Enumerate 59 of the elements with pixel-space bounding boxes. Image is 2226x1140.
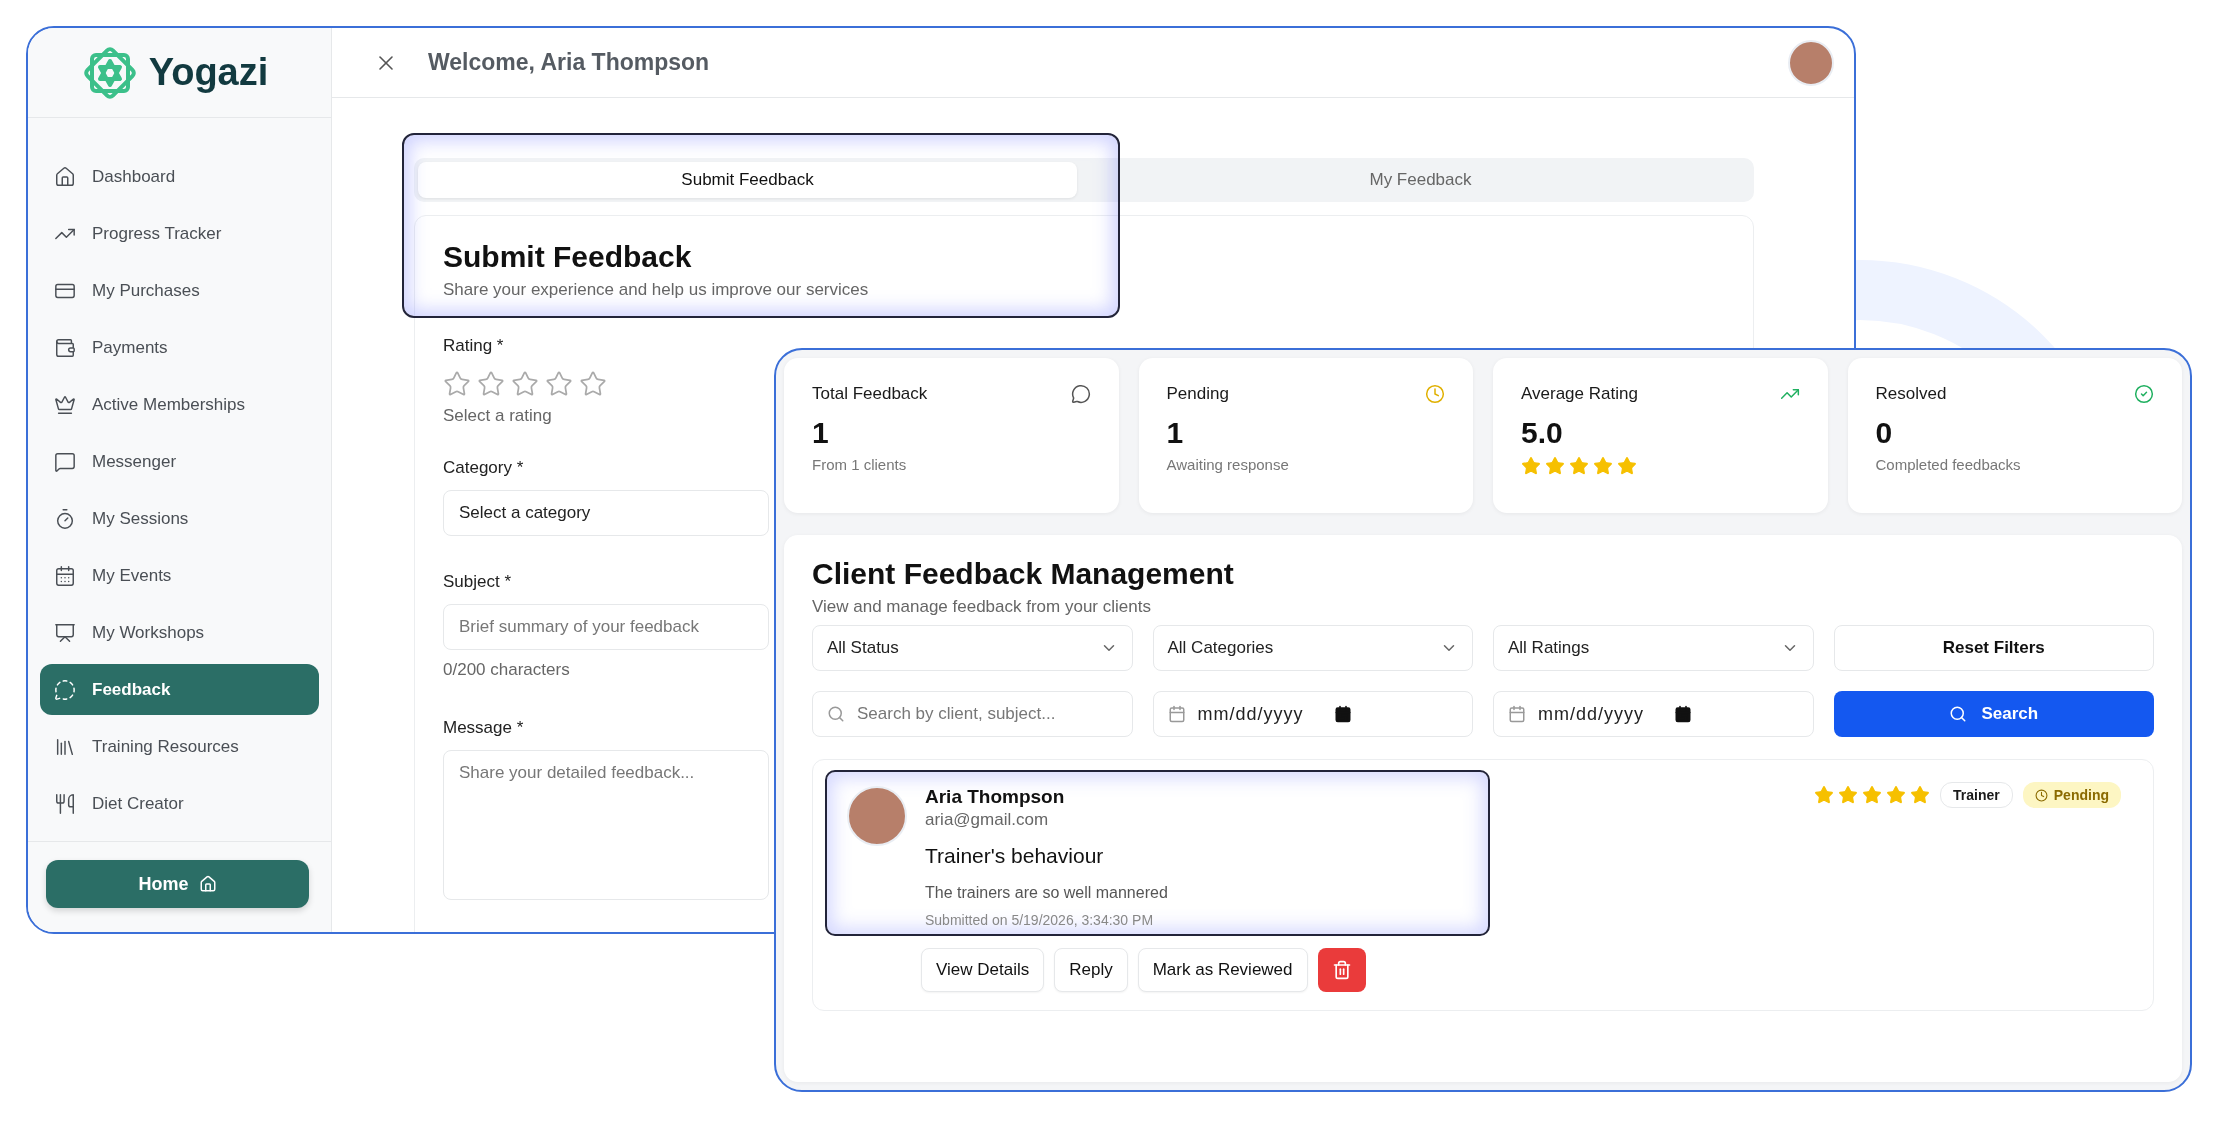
stat-title: Resolved (1875, 384, 1947, 404)
sidebar-item[interactable]: Training Resources (40, 721, 319, 772)
stat-title: Total Feedback (812, 384, 928, 404)
category-tag: Trainer (1940, 782, 2013, 808)
form-title: Submit Feedback (443, 240, 693, 274)
logo-text: Yogazi (148, 51, 269, 94)
feedback-message: The trainers are so well mannered (925, 884, 1168, 902)
feedback-subject: Trainer's behaviour (925, 844, 1105, 868)
filter-select[interactable]: All Ratings (1493, 625, 1814, 671)
message-field[interactable]: Share your detailed feedback... (443, 750, 769, 900)
filter-select[interactable]: All Status (812, 625, 1133, 671)
field-label: Message * (443, 718, 524, 738)
date-field[interactable]: mm/dd/yyyy (1493, 691, 1814, 737)
stat-value: 1 (1166, 416, 1185, 450)
stat-value: 1 (812, 416, 830, 450)
sidebar-item[interactable]: Active Memberships (40, 379, 319, 430)
home-button[interactable]: Home (46, 860, 309, 908)
field-label: Category * (443, 458, 524, 478)
field-label: Rating * (443, 336, 504, 356)
client-email: aria@gmail.com (925, 810, 1050, 830)
action-button[interactable]: Reply (1054, 948, 1128, 992)
sidebar-item[interactable]: My Purchases (40, 265, 319, 316)
panel-title: Client Feedback Management (812, 557, 1235, 591)
reset-filters-button[interactable]: Reset Filters (1833, 625, 2154, 671)
tab[interactable]: Submit Feedback (418, 162, 1077, 198)
welcome-text: Welcome, Aria Thompson (428, 49, 711, 76)
stat-note: From 1 clients (812, 456, 908, 473)
sidebar-item[interactable]: Dashboard (40, 151, 319, 202)
stat-value: 0 (1875, 416, 1894, 450)
date-field[interactable]: mm/dd/yyyy (1152, 691, 1473, 737)
sidebar-item[interactable]: My Events (40, 550, 319, 601)
status-badge: Pending (2022, 782, 2121, 808)
rating-hint: Select a rating (443, 406, 552, 426)
action-button[interactable]: View Details (921, 948, 1045, 992)
stat-title: Average Rating (1521, 384, 1638, 404)
stat-value: 5.0 (1521, 416, 1564, 450)
stat-note: Awaiting response (1166, 456, 1290, 473)
field-label: Subject * (443, 572, 512, 592)
search-button[interactable]: Search (1833, 691, 2154, 737)
character-counter: 0/200 characters (443, 660, 570, 680)
sidebar-item[interactable]: Feedback (40, 664, 319, 715)
panel-subtitle: View and manage feedback from your clients (812, 597, 1152, 617)
sidebar-item[interactable]: Messenger (40, 436, 319, 487)
sidebar-item[interactable]: Payments (40, 322, 319, 373)
action-button[interactable]: Mark as Reviewed (1137, 948, 1308, 992)
sidebar-item[interactable]: My Workshops (40, 607, 319, 658)
category-select[interactable]: Select a category (443, 490, 769, 536)
subject-field[interactable]: Brief summary of your feedback (443, 604, 769, 650)
sidebar-item[interactable]: Progress Tracker (40, 208, 319, 259)
stat-note: Completed feedbacks (1875, 456, 2022, 473)
stat-title: Pending (1166, 384, 1229, 404)
client-name: Aria Thompson (925, 786, 1066, 808)
form-subtitle: Share your experience and help us improve our services (443, 280, 870, 300)
submitted-date: Submitted on 5/19/2026, 3:34:30 PM (925, 912, 1155, 928)
tab[interactable]: My Feedback (1091, 162, 1750, 198)
search-field[interactable]: Search by client, subject... (812, 691, 1133, 737)
sidebar-item[interactable]: My Sessions (40, 493, 319, 544)
filter-select[interactable]: All Categories (1152, 625, 1473, 671)
sidebar-item[interactable]: Diet Creator (40, 778, 319, 829)
